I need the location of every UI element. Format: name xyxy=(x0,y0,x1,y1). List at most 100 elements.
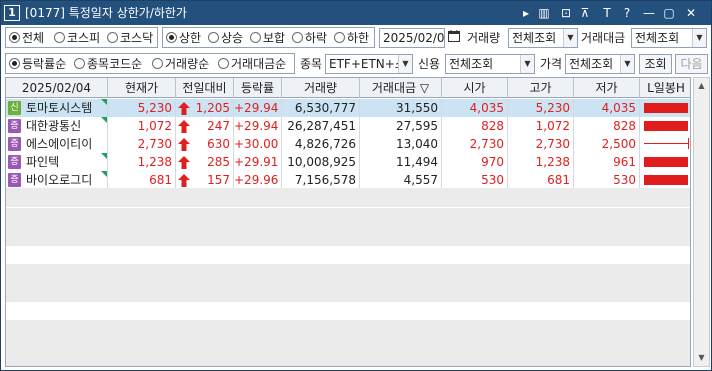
market-radio-kosdaq[interactable]: 코스닥 xyxy=(107,31,153,46)
header-change[interactable]: 전일대비 xyxy=(176,78,234,98)
stock-name[interactable]: 대한광통신 xyxy=(26,119,81,133)
cell-amount: 13,040 xyxy=(360,135,442,153)
close-icon[interactable]: ✕ xyxy=(683,5,699,21)
volume-select[interactable]: 전체조회 ▼ xyxy=(508,28,578,48)
query-button[interactable]: 조회 xyxy=(639,54,672,74)
flag-corner-icon xyxy=(101,117,107,123)
link-icon[interactable]: ⊡ xyxy=(558,5,574,21)
cell-stock-name: 신 토마토시스템 xyxy=(6,99,108,117)
sort-radio-rate[interactable]: 등락률순 xyxy=(9,57,66,72)
scroll-up-icon[interactable]: ▲ xyxy=(694,78,709,94)
date-input[interactable]: 2025/02/04 xyxy=(379,28,445,48)
cell-amount: 27,595 xyxy=(360,117,442,135)
header-price[interactable]: 현재가 xyxy=(108,78,176,98)
header-date[interactable]: 2025/02/04 xyxy=(6,78,108,98)
header-volume[interactable]: 거래량 xyxy=(282,78,360,98)
price-select[interactable]: 전체조회 ▼ xyxy=(565,54,635,74)
price-radio-upper-limit[interactable]: 상한 xyxy=(166,31,201,46)
price-radio-rise[interactable]: 상승 xyxy=(208,31,243,46)
cell-value: +29.94 xyxy=(234,101,279,115)
cell-value: 630 xyxy=(207,137,230,151)
window-number[interactable]: 1 xyxy=(4,5,20,21)
empty-row-band xyxy=(6,188,690,207)
table-row[interactable]: 증 바이오로그디 681 157 +29.96 7,156,578 4,557 530 681 5… xyxy=(6,171,690,189)
header-rate[interactable]: 등락률 xyxy=(234,78,282,98)
market-radio-kospi[interactable]: 코스피 xyxy=(54,31,100,46)
stock-badge: 신 xyxy=(8,101,21,115)
cell-amount: 4,557 xyxy=(360,171,442,189)
cell-open: 828 xyxy=(442,117,508,135)
cell-value: 4,035 xyxy=(601,101,636,115)
table-row[interactable]: 증 에스에이티이 2,730 630 +30.00 4,826,726 13,040 2,73… xyxy=(6,135,690,153)
cell-low: 4,035 xyxy=(574,99,640,117)
flag-corner-icon xyxy=(101,153,107,159)
cell-amount: 11,494 xyxy=(360,153,442,171)
cell-open: 530 xyxy=(442,171,508,189)
help-icon[interactable]: ? xyxy=(619,5,635,21)
item-select[interactable]: ETF+ETN+스팩 ▼ xyxy=(325,54,413,74)
cell-high: 681 xyxy=(508,171,574,189)
cell-value: 530 xyxy=(481,173,504,187)
cell-rate: +30.00 xyxy=(234,135,282,153)
volume-select-value: 전체조회 xyxy=(512,31,557,45)
stock-name[interactable]: 파인텍 xyxy=(26,155,59,169)
radio-label: 하락 xyxy=(305,31,328,45)
play-icon[interactable]: ▸ xyxy=(518,5,534,21)
chevron-down-icon: ▼ xyxy=(520,55,534,73)
table-row[interactable]: 신 토마토시스템 5,230 1,205 +29.94 6,530,777 31,550 4,… xyxy=(6,99,690,117)
header-low[interactable]: 저가 xyxy=(574,78,640,98)
price-radio-fall[interactable]: 하락 xyxy=(292,31,327,46)
scroll-down-icon[interactable]: ▼ xyxy=(694,350,709,366)
radio-label: 종목코드순 xyxy=(87,57,143,71)
cell-value: 828 xyxy=(613,119,636,133)
stock-name[interactable]: 바이오로그디 xyxy=(26,173,92,187)
table-row[interactable]: 증 대한광통신 1,072 247 +29.94 26,287,451 27,595 828 1… xyxy=(6,117,690,135)
radio-label: 거래량순 xyxy=(165,57,210,71)
amount-select-value: 전체조회 xyxy=(635,31,680,45)
cell-change: 630 xyxy=(176,135,234,153)
cell-value: +30.00 xyxy=(234,137,279,151)
next-button[interactable]: 다음 xyxy=(675,54,708,74)
table-row[interactable]: 증 파인텍 1,238 285 +29.91 10,008,925 11,494 970 1,2… xyxy=(6,153,690,171)
vertical-scrollbar[interactable]: ▲ ▼ xyxy=(693,77,710,367)
radio-dot xyxy=(107,32,118,43)
cell-value: +29.94 xyxy=(234,119,279,133)
amount-select[interactable]: 전체조회 ▼ xyxy=(631,28,707,48)
maximize-icon[interactable]: ▢ xyxy=(661,5,677,21)
title-bar: 1 [0177] 특정일자 상한가/하한가 ▸ ▥ ⊡ ⊼ T ? — ▢ ✕ xyxy=(1,1,711,25)
pin-icon[interactable]: ⊼ xyxy=(577,5,593,21)
header-amount[interactable]: 거래대금 ▽ xyxy=(360,78,442,98)
flag-corner-icon xyxy=(101,99,107,105)
radio-dot xyxy=(334,32,345,43)
price-radio-flat[interactable]: 보합 xyxy=(250,31,285,46)
cell-value: 961 xyxy=(613,155,636,169)
stock-name[interactable]: 에스에이티이 xyxy=(26,137,92,151)
cell-low: 961 xyxy=(574,153,640,171)
price-select-value: 전체조회 xyxy=(569,57,614,71)
sort-radio-volume[interactable]: 거래량순 xyxy=(152,57,209,72)
price-type-radio-group: 상한 상승 보합 하락 하한 xyxy=(162,27,375,48)
header-open[interactable]: 시가 xyxy=(442,78,508,98)
cell-price: 681 xyxy=(108,171,176,189)
sort-radio-amount[interactable]: 거래대금순 xyxy=(218,57,286,72)
price-radio-lower-limit[interactable]: 하한 xyxy=(334,31,369,46)
cell-value: 31,550 xyxy=(396,101,438,115)
header-candle[interactable]: L일봉H xyxy=(640,78,690,98)
cell-candle xyxy=(640,171,690,189)
cell-value: 2,730 xyxy=(469,137,504,151)
sort-radio-group: 등락률순 종목코드순 거래량순 거래대금순 xyxy=(5,53,295,74)
cell-high: 1,238 xyxy=(508,153,574,171)
market-radio-all[interactable]: 전체 xyxy=(9,31,44,46)
candle-wick xyxy=(644,143,688,144)
radio-label: 거래대금순 xyxy=(231,57,287,71)
calendar-icon[interactable] xyxy=(445,28,463,48)
cell-high: 1,072 xyxy=(508,117,574,135)
sort-radio-code[interactable]: 종목코드순 xyxy=(74,57,142,72)
stock-name[interactable]: 토마토시스템 xyxy=(26,101,92,115)
up-arrow-icon xyxy=(178,174,190,187)
header-high[interactable]: 고가 xyxy=(508,78,574,98)
credit-select[interactable]: 전체조회 ▼ xyxy=(445,54,535,74)
minimize-icon[interactable]: — xyxy=(641,5,657,21)
text-icon[interactable]: T xyxy=(599,5,615,21)
memo-icon[interactable]: ▥ xyxy=(536,5,552,21)
